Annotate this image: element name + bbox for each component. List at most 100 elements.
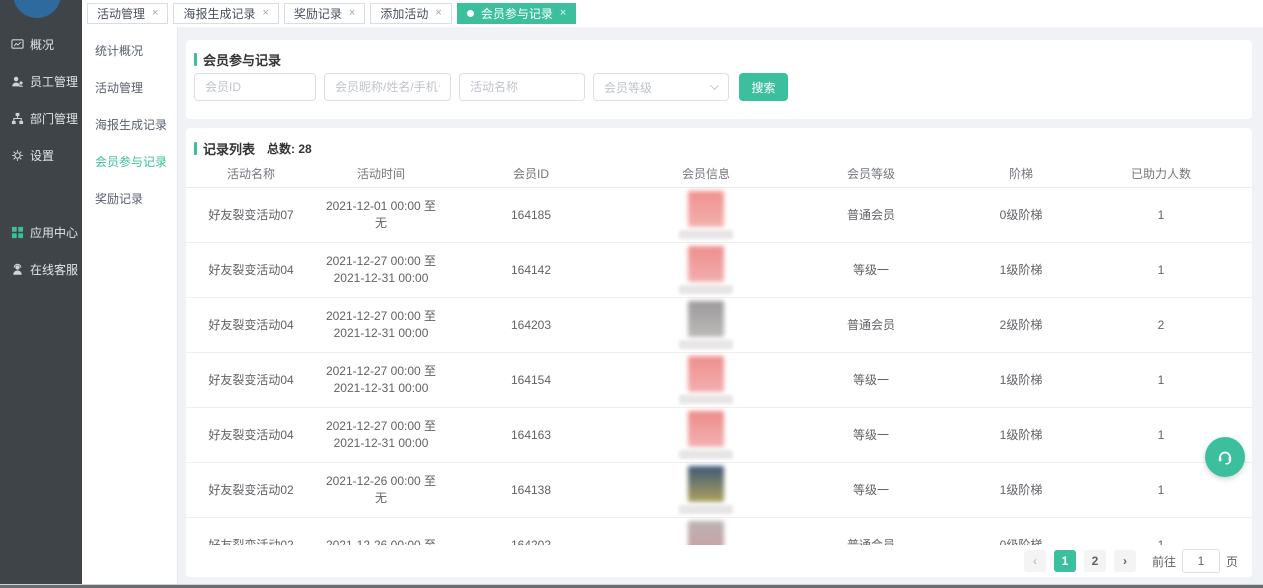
- helper-count-cell: 1: [1096, 482, 1226, 499]
- tier-cell: 1级阶梯: [946, 262, 1096, 279]
- member-id-cell: 164163: [446, 427, 616, 444]
- table-row: 好友裂变活动042021-12-27 00:00 至2021-12-31 00:…: [186, 298, 1252, 353]
- member-info-cell: [616, 411, 796, 459]
- record-list-panel: 记录列表 总数: 28 活动名称活动时间会员ID会员信息会员等级阶梯已助力人数 …: [186, 128, 1252, 577]
- time-start: 2021-12-01 00:00 至: [326, 198, 436, 215]
- member-level-cell: 等级一: [796, 482, 946, 499]
- close-icon[interactable]: ×: [349, 8, 355, 19]
- column-header: 会员信息: [616, 165, 796, 182]
- pagination-prev-button[interactable]: ‹: [1024, 550, 1046, 572]
- member-level-cell: 等级一: [796, 372, 946, 389]
- record-list-title: 记录列表: [194, 139, 255, 158]
- title-accent-bar: [194, 142, 197, 155]
- member-level-cell: 等级一: [796, 427, 946, 444]
- member-level-select[interactable]: 会员等级: [593, 73, 729, 101]
- table-row: 好友裂变活动072021-12-01 00:00 至无164185普通会员0级阶…: [186, 188, 1252, 243]
- submenu-item[interactable]: 统计概况: [82, 32, 177, 69]
- table-row: 好友裂变活动022021-12-26 00:00 至无164138等级一1级阶梯…: [186, 463, 1252, 518]
- time-end: 2021-12-31 00:00: [334, 435, 429, 452]
- activity-name-cell: 好友裂变活动07: [186, 207, 316, 224]
- member-name-blurred: [679, 340, 733, 349]
- tier-cell: 1级阶梯: [946, 427, 1096, 444]
- goto-page-input[interactable]: [1182, 549, 1220, 573]
- pagination-next-button[interactable]: ›: [1114, 550, 1136, 572]
- activity-time-cell: 2021-12-01 00:00 至无: [316, 198, 446, 232]
- close-icon[interactable]: ×: [262, 8, 268, 19]
- helper-count-cell: 1: [1096, 207, 1226, 224]
- secondary-sidebar: 统计概况活动管理海报生成记录会员参与记录奖励记录: [82, 27, 178, 584]
- tab-活动管理[interactable]: 活动管理 ×: [87, 3, 168, 24]
- member-avatar-blurred: [688, 246, 724, 282]
- search-panel-title-text: 会员参与记录: [203, 50, 281, 69]
- sidebar-item-4[interactable]: 设置: [0, 137, 82, 174]
- page-unit-label: 页: [1226, 553, 1238, 570]
- sidebar-item-5[interactable]: 应用中心: [0, 214, 82, 251]
- time-end: 2021-12-31 00:00: [334, 380, 429, 397]
- submenu-item[interactable]: 奖励记录: [82, 180, 177, 217]
- sidebar-item-2[interactable]: 员工管理: [0, 63, 82, 100]
- member-avatar-blurred: [688, 466, 724, 502]
- goto-page-group: 前往 页: [1152, 549, 1238, 573]
- tier-cell: 2级阶梯: [946, 317, 1096, 334]
- total-count-label: 总数: 28: [267, 140, 312, 157]
- member-info-cell: [616, 191, 796, 239]
- time-start: 2021-12-27 00:00 至: [326, 253, 436, 270]
- member-info-input[interactable]: [324, 73, 451, 101]
- pagination-page-2[interactable]: 2: [1084, 550, 1106, 572]
- column-header: 会员ID: [446, 165, 616, 182]
- title-accent-bar: [194, 53, 197, 66]
- tier-cell: 1级阶梯: [946, 372, 1096, 389]
- apps-icon: [11, 226, 24, 239]
- record-list-title-text: 记录列表: [203, 139, 255, 158]
- table-row: 好友裂变活动042021-12-27 00:00 至2021-12-31 00:…: [186, 243, 1252, 298]
- time-start: 2021-12-27 00:00 至: [326, 363, 436, 380]
- tab-会员参与记录[interactable]: 会员参与记录×: [457, 3, 576, 24]
- sidebar-item-label: 在线客服: [30, 261, 78, 278]
- member-id-cell: 164185: [446, 207, 616, 224]
- sidebar-item-1[interactable]: 概况: [0, 26, 82, 63]
- column-header: 已助力人数: [1096, 165, 1226, 182]
- search-button[interactable]: 搜索: [739, 73, 788, 101]
- submenu-item[interactable]: 会员参与记录: [82, 143, 177, 180]
- headset-icon: [1215, 447, 1235, 467]
- member-name-blurred: [679, 285, 733, 294]
- search-panel: 会员参与记录 会员等级 搜索: [186, 40, 1252, 119]
- member-name-blurred: [679, 450, 733, 459]
- pagination-page-1[interactable]: 1: [1054, 550, 1076, 572]
- sidebar-item-label: 应用中心: [30, 224, 78, 241]
- table-header-row: 活动名称活动时间会员ID会员信息会员等级阶梯已助力人数: [186, 160, 1252, 188]
- time-start: 2021-12-27 00:00 至: [326, 418, 436, 435]
- activity-time-cell: 2021-12-27 00:00 至2021-12-31 00:00: [316, 363, 446, 397]
- table-row: 好友裂变活动042021-12-27 00:00 至2021-12-31 00:…: [186, 408, 1252, 463]
- department-icon: [11, 112, 24, 125]
- submenu-item[interactable]: 海报生成记录: [82, 106, 177, 143]
- close-icon[interactable]: ×: [560, 8, 566, 19]
- table-body: 好友裂变活动072021-12-01 00:00 至无164185普通会员0级阶…: [186, 188, 1252, 573]
- tier-cell: 1级阶梯: [946, 482, 1096, 499]
- settings-icon: [11, 149, 24, 162]
- goto-label: 前往: [1152, 553, 1176, 570]
- member-id-input[interactable]: [194, 73, 316, 101]
- tab-label: 活动管理: [97, 5, 145, 22]
- tab-添加活动[interactable]: 添加活动×: [370, 3, 451, 24]
- submenu-item[interactable]: 活动管理: [82, 69, 177, 106]
- search-fields-row: 会员等级 搜索: [194, 73, 788, 101]
- close-icon[interactable]: ×: [152, 8, 158, 19]
- helper-count-cell: 2: [1096, 317, 1226, 334]
- tab-奖励记录[interactable]: 奖励记录×: [284, 3, 365, 24]
- sidebar-item-3[interactable]: 部门管理: [0, 100, 82, 137]
- member-avatar-blurred: [688, 301, 724, 337]
- activity-name-input[interactable]: [459, 73, 585, 101]
- helper-count-cell: 1: [1096, 262, 1226, 279]
- close-icon[interactable]: ×: [435, 8, 441, 19]
- sidebar-item-6[interactable]: 在线客服: [0, 251, 82, 288]
- column-header: 会员等级: [796, 165, 946, 182]
- tab-label: 海报生成记录: [183, 5, 255, 22]
- member-name-blurred: [679, 395, 733, 404]
- online-service-float-button[interactable]: [1205, 437, 1245, 477]
- sidebar-item-label: 员工管理: [30, 73, 78, 90]
- time-end: 2021-12-31 00:00: [334, 270, 429, 287]
- record-list-title-row: 记录列表 总数: 28: [194, 139, 312, 158]
- primary-sidebar: 概况员工管理部门管理设置应用中心在线客服: [0, 0, 82, 584]
- tab-海报生成记录[interactable]: 海报生成记录 ×: [173, 3, 278, 24]
